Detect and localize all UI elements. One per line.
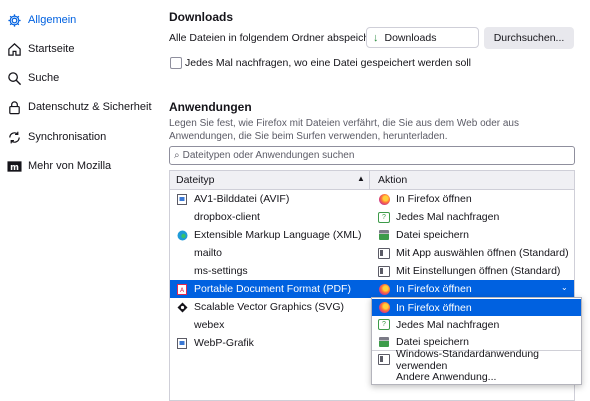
edge-icon [176,229,188,241]
action-label: Datei speichern [396,229,469,241]
file-icon [176,337,188,349]
download-folder-field[interactable]: ↓ Downloads [366,27,479,48]
type-label: Extensible Markup Language (XML) [194,229,362,241]
menu-item-windows-default[interactable]: Windows-Standardanwendung verwenden [372,348,581,372]
sidebar-item-allgemein[interactable]: Allgemein [6,9,76,31]
chevron-down-icon[interactable]: ⌄ [561,283,568,292]
column-divider [369,171,370,189]
file-icon [176,193,188,205]
sidebar: Allgemein Startseite Suche Datenschutz &… [0,0,152,401]
sidebar-item-label: Suche [28,72,60,84]
sidebar-item-label: Mehr von Mozilla [28,160,112,172]
table-row[interactable]: dropbox-client ? Jedes Mal nachfragen [170,208,574,226]
action-label: Jedes Mal nachfragen [396,211,500,223]
search-placeholder: Dateitypen oder Anwendungen suchen [182,150,355,161]
gear-icon [6,12,22,28]
menu-item-always-ask[interactable]: ? Jedes Mal nachfragen [372,316,581,333]
browse-button[interactable]: Durchsuchen... [484,27,574,49]
lock-icon [6,99,22,115]
firefox-icon [378,193,390,205]
menu-item-label: In Firefox öffnen [396,301,472,314]
download-folder-value: Downloads [384,31,437,44]
home-icon [6,41,22,57]
sidebar-item-label: Startseite [28,43,75,55]
sidebar-item-label: Allgemein [28,14,77,26]
action-label: In Firefox öffnen [396,193,472,205]
menu-item-label: Jedes Mal nachfragen [396,318,500,331]
table-header: Dateityp ▲ Aktion [170,171,574,190]
svg-text:m: m [10,161,19,171]
save-folder-label: Alle Dateien in folgendem Ordner abspeic… [169,32,388,44]
column-header-type[interactable]: Dateityp [176,174,215,186]
applications-description: Legen Sie fest, wie Firefox mit Dateien … [169,118,519,142]
sidebar-item-synchronisation[interactable]: Synchronisation [6,126,106,148]
type-label: mailto [194,247,223,259]
app-icon [378,354,390,366]
filetype-search-input[interactable]: ⌕ Dateitypen oder Anwendungen suchen [169,146,575,165]
menu-item-label: Datei speichern [396,335,469,348]
menu-item-label: Andere Anwendung... [396,370,497,383]
type-label: dropbox-client [194,211,260,223]
app-icon [378,265,390,277]
sidebar-item-label: Synchronisation [28,131,107,143]
type-label: webex [194,319,225,331]
ask-icon: ? [378,319,390,331]
sidebar-item-suche[interactable]: Suche [6,67,59,89]
menu-item-open-in-firefox[interactable]: In Firefox öffnen [372,299,581,316]
downloads-heading: Downloads [169,10,234,24]
menu-item-other-app[interactable]: Andere Anwendung... [372,368,581,385]
column-header-action[interactable]: Aktion [378,174,407,186]
action-label: Mit Einstellungen öffnen (Standard) [396,265,561,277]
sort-ascending-icon: ▲ [357,174,365,183]
table-row[interactable]: ms-settings Mit Einstellungen öffnen (St… [170,262,574,280]
sync-icon [6,129,22,145]
sidebar-item-startseite[interactable]: Startseite [6,38,74,60]
action-label: Mit App auswählen öffnen (Standard) [396,247,569,259]
table-row-selected[interactable]: A Portable Document Format (PDF) In Firef… [170,280,574,298]
type-label: ms-settings [194,265,248,277]
pdf-icon: A [176,283,188,295]
applications-heading: Anwendungen [169,100,252,114]
mozilla-icon: m [6,158,22,174]
svg-icon [176,301,188,313]
search-icon [6,70,22,86]
sidebar-item-mehr-von-mozilla[interactable]: m Mehr von Mozilla [6,155,111,177]
sidebar-item-datenschutz[interactable]: Datenschutz & Sicherheit [6,96,152,118]
app-icon [378,247,390,259]
action-dropdown-menu: In Firefox öffnen ? Jedes Mal nachfragen… [371,297,582,385]
ask-where-save-label: Jedes Mal nachfragen, wo eine Datei gesp… [185,57,471,69]
table-row[interactable]: Extensible Markup Language (XML) Datei s… [170,226,574,244]
save-icon [378,229,390,241]
ask-icon: ? [378,211,390,223]
type-label: WebP-Grafik [194,337,254,349]
type-label: Portable Document Format (PDF) [194,283,351,295]
download-icon: ↓ [373,31,379,44]
firefox-icon [378,302,390,314]
table-row[interactable]: mailto Mit App auswählen öffnen (Standar… [170,244,574,262]
sidebar-item-label: Datenschutz & Sicherheit [28,101,152,113]
search-icon: ⌕ [174,150,180,161]
action-select-value[interactable]: In Firefox öffnen [396,283,472,295]
type-label: Scalable Vector Graphics (SVG) [194,301,344,313]
firefox-icon [378,283,390,295]
ask-where-save-checkbox[interactable] [170,57,182,69]
save-icon [378,336,390,348]
type-label: AV1-Bilddatei (AVIF) [194,193,290,205]
table-row[interactable]: AV1-Bilddatei (AVIF) In Firefox öffnen [170,190,574,208]
